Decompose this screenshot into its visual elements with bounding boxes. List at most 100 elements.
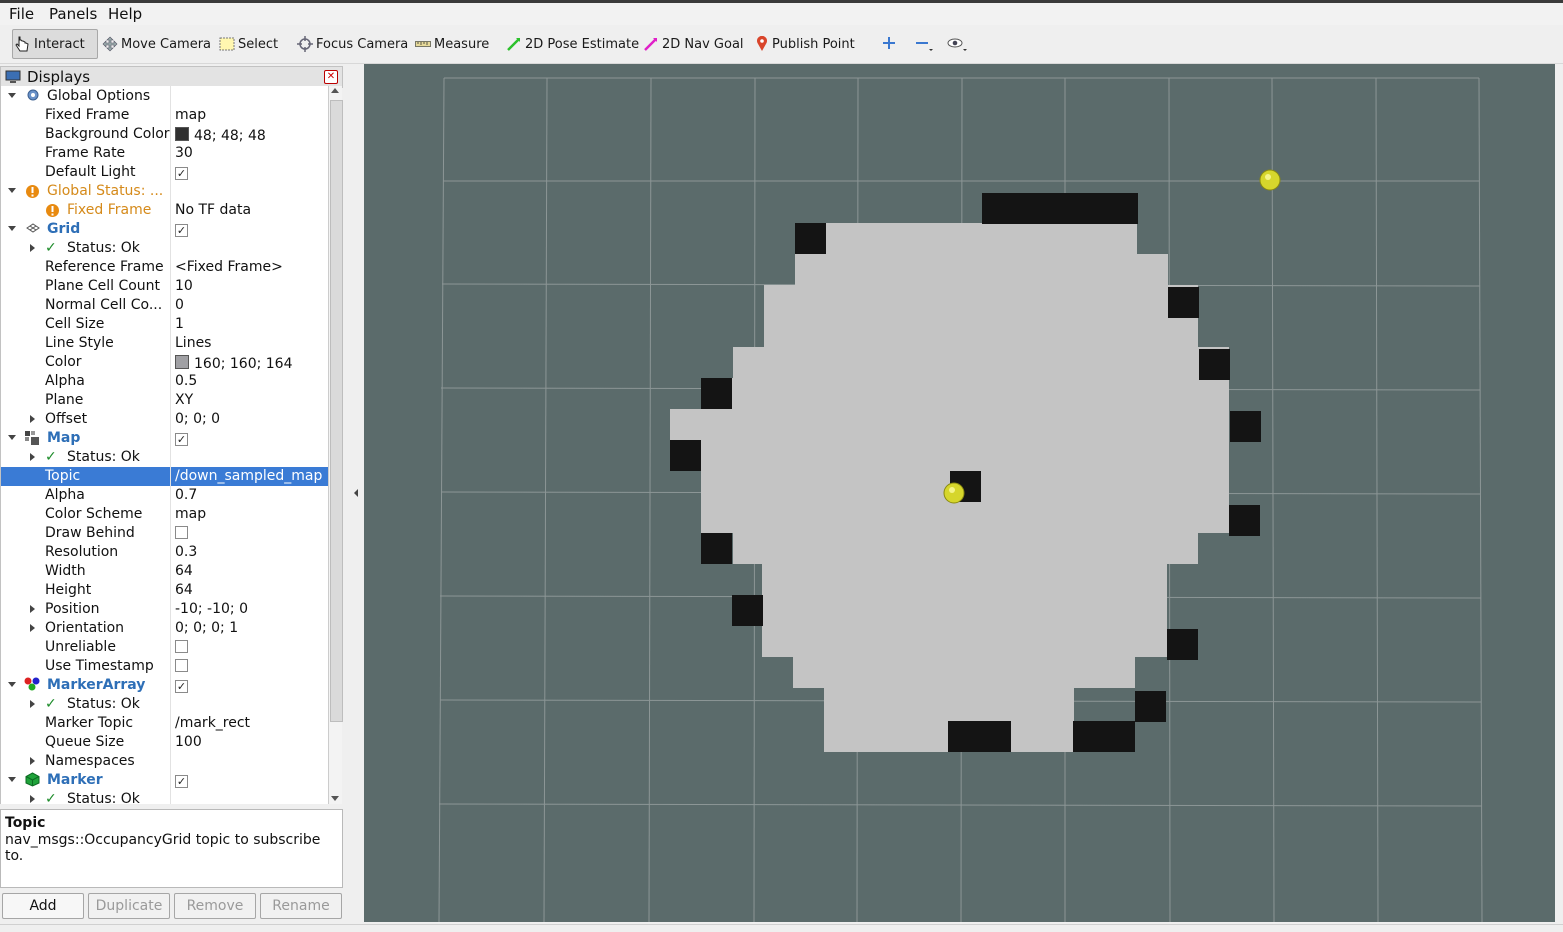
expand-arrow-icon[interactable] [30, 244, 35, 252]
property-value[interactable]: 10 [175, 278, 193, 294]
tree-row-use-timestamp[interactable]: Use Timestamp [1, 657, 329, 676]
tree-row-orientation[interactable]: Orientation 0; 0; 0; 1 [1, 619, 329, 638]
property-value[interactable]: /mark_rect [175, 715, 250, 731]
tree-row-marker-array[interactable]: MarkerArray ✓ [1, 676, 329, 695]
collapse-arrow-icon[interactable] [8, 682, 16, 687]
default-light-checkbox[interactable]: ✓ [175, 167, 188, 180]
property-value[interactable]: XY [175, 392, 193, 408]
add-tool-button[interactable] [879, 33, 901, 55]
collapse-panel-arrow-icon[interactable] [354, 489, 358, 497]
tree-row-unreliable[interactable]: Unreliable [1, 638, 329, 657]
tree-row-map[interactable]: Map ✓ [1, 429, 329, 448]
tree-row-color-scheme[interactable]: Color Scheme map [1, 505, 329, 524]
tree-row-status[interactable]: ✓ Status: Ok [1, 239, 329, 258]
scrollbar-thumb[interactable] [330, 100, 343, 722]
tree-row-plane[interactable]: Plane XY [1, 391, 329, 410]
use-timestamp-checkbox[interactable] [175, 659, 188, 672]
property-value[interactable]: <Fixed Frame> [175, 259, 283, 275]
collapse-arrow-icon[interactable] [8, 93, 16, 98]
tree-row-line-style[interactable]: Line Style Lines [1, 334, 329, 353]
collapse-arrow-icon[interactable] [8, 188, 16, 193]
tree-row-position[interactable]: Position -10; -10; 0 [1, 600, 329, 619]
tree-row-fixed-frame[interactable]: Fixed Frame map [1, 106, 329, 125]
property-value[interactable]: 0; 0; 0 [175, 411, 220, 427]
tree-row-namespaces[interactable]: Namespaces [1, 752, 329, 771]
panel-splitter[interactable] [349, 64, 363, 924]
property-value[interactable]: Lines [175, 335, 211, 351]
tree-row-color[interactable]: Color 160; 160; 164 [1, 353, 329, 372]
tree-row-global-options[interactable]: Global Options [1, 87, 329, 106]
tree-row-alpha[interactable]: Alpha 0.5 [1, 372, 329, 391]
property-value[interactable]: 0.7 [175, 487, 197, 503]
property-value[interactable]: 48; 48; 48 [175, 126, 266, 144]
expand-arrow-icon[interactable] [30, 700, 35, 708]
tree-row-plane-cell-count[interactable]: Plane Cell Count 10 [1, 277, 329, 296]
tree-row-draw-behind[interactable]: Draw Behind [1, 524, 329, 543]
tree-row-queue-size[interactable]: Queue Size 100 [1, 733, 329, 752]
marker-enabled-checkbox[interactable]: ✓ [175, 775, 188, 788]
tree-row-alpha[interactable]: Alpha 0.7 [1, 486, 329, 505]
view-options-button[interactable] [945, 33, 967, 55]
property-value[interactable]: 160; 160; 164 [175, 354, 293, 372]
tree-row-status[interactable]: ✓ Status: Ok [1, 695, 329, 714]
tree-scrollbar[interactable] [328, 86, 343, 804]
scroll-down-arrow-icon[interactable] [331, 796, 339, 801]
property-value[interactable]: map [175, 107, 206, 123]
property-value[interactable]: 100 [175, 734, 202, 750]
expand-arrow-icon[interactable] [30, 757, 35, 765]
tree-row-reference-frame[interactable]: Reference Frame <Fixed Frame> [1, 258, 329, 277]
tree-row-offset[interactable]: Offset 0; 0; 0 [1, 410, 329, 429]
marker-array-enabled-checkbox[interactable]: ✓ [175, 680, 188, 693]
tree-row-default-light[interactable]: Default Light ✓ [1, 163, 329, 182]
map-enabled-checkbox[interactable]: ✓ [175, 433, 188, 446]
tree-row-status-fixed-frame[interactable]: Fixed Frame No TF data [1, 201, 329, 220]
close-icon[interactable]: ✕ [324, 70, 338, 84]
tree-row-cell-size[interactable]: Cell Size 1 [1, 315, 329, 334]
publish-point-tool-button[interactable]: Publish Point [755, 30, 855, 58]
property-value[interactable]: 0 [175, 297, 184, 313]
draw-behind-checkbox[interactable] [175, 526, 188, 539]
property-value[interactable]: 30 [175, 145, 193, 161]
menu-help[interactable]: Help [108, 5, 142, 23]
unreliable-checkbox[interactable] [175, 640, 188, 653]
3d-viewport[interactable] [364, 64, 1555, 922]
select-tool-button[interactable]: Select [219, 30, 278, 58]
property-value[interactable]: 0.5 [175, 373, 197, 389]
interact-tool-button[interactable]: Interact [12, 29, 98, 59]
expand-arrow-icon[interactable] [30, 605, 35, 613]
tree-row-marker[interactable]: Marker ✓ [1, 771, 329, 790]
add-button[interactable]: Add [2, 893, 84, 919]
nav-goal-tool-button[interactable]: 2D Nav Goal [643, 30, 744, 58]
expand-arrow-icon[interactable] [30, 415, 35, 423]
duplicate-button[interactable]: Duplicate [88, 893, 170, 919]
collapse-arrow-icon[interactable] [8, 226, 16, 231]
property-value[interactable]: /down_sampled_map [175, 468, 322, 484]
tree-row-resolution[interactable]: Resolution 0.3 [1, 543, 329, 562]
tree-row-height[interactable]: Height 64 [1, 581, 329, 600]
expand-arrow-icon[interactable] [30, 795, 35, 803]
tree-row-marker-topic[interactable]: Marker Topic /mark_rect [1, 714, 329, 733]
rename-button[interactable]: Rename [260, 893, 342, 919]
focus-camera-tool-button[interactable]: Focus Camera [297, 30, 408, 58]
property-value[interactable]: map [175, 506, 206, 522]
grid-enabled-checkbox[interactable]: ✓ [175, 224, 188, 237]
pose-estimate-tool-button[interactable]: 2D Pose Estimate [506, 30, 639, 58]
scroll-up-arrow-icon[interactable] [331, 88, 339, 93]
property-value[interactable]: 1 [175, 316, 184, 332]
move-camera-tool-button[interactable]: Move Camera [102, 30, 211, 58]
menu-panels[interactable]: Panels [49, 5, 97, 23]
collapse-arrow-icon[interactable] [8, 435, 16, 440]
measure-tool-button[interactable]: Measure [415, 30, 489, 58]
remove-button[interactable]: Remove [174, 893, 256, 919]
expand-arrow-icon[interactable] [30, 624, 35, 632]
remove-tool-button[interactable] [912, 33, 934, 55]
menu-file[interactable]: File [9, 5, 34, 23]
tree-row-global-status[interactable]: Global Status: ... [1, 182, 329, 201]
tree-row-status[interactable]: ✓ Status: Ok [1, 790, 329, 804]
tree-row-status[interactable]: ✓ Status: Ok [1, 448, 329, 467]
tree-row-normal-cell-count[interactable]: Normal Cell Co... 0 [1, 296, 329, 315]
tree-row-width[interactable]: Width 64 [1, 562, 329, 581]
tree-row-grid[interactable]: Grid ✓ [1, 220, 329, 239]
tree-row-topic[interactable]: Topic /down_sampled_map [1, 467, 329, 486]
collapse-arrow-icon[interactable] [8, 777, 16, 782]
